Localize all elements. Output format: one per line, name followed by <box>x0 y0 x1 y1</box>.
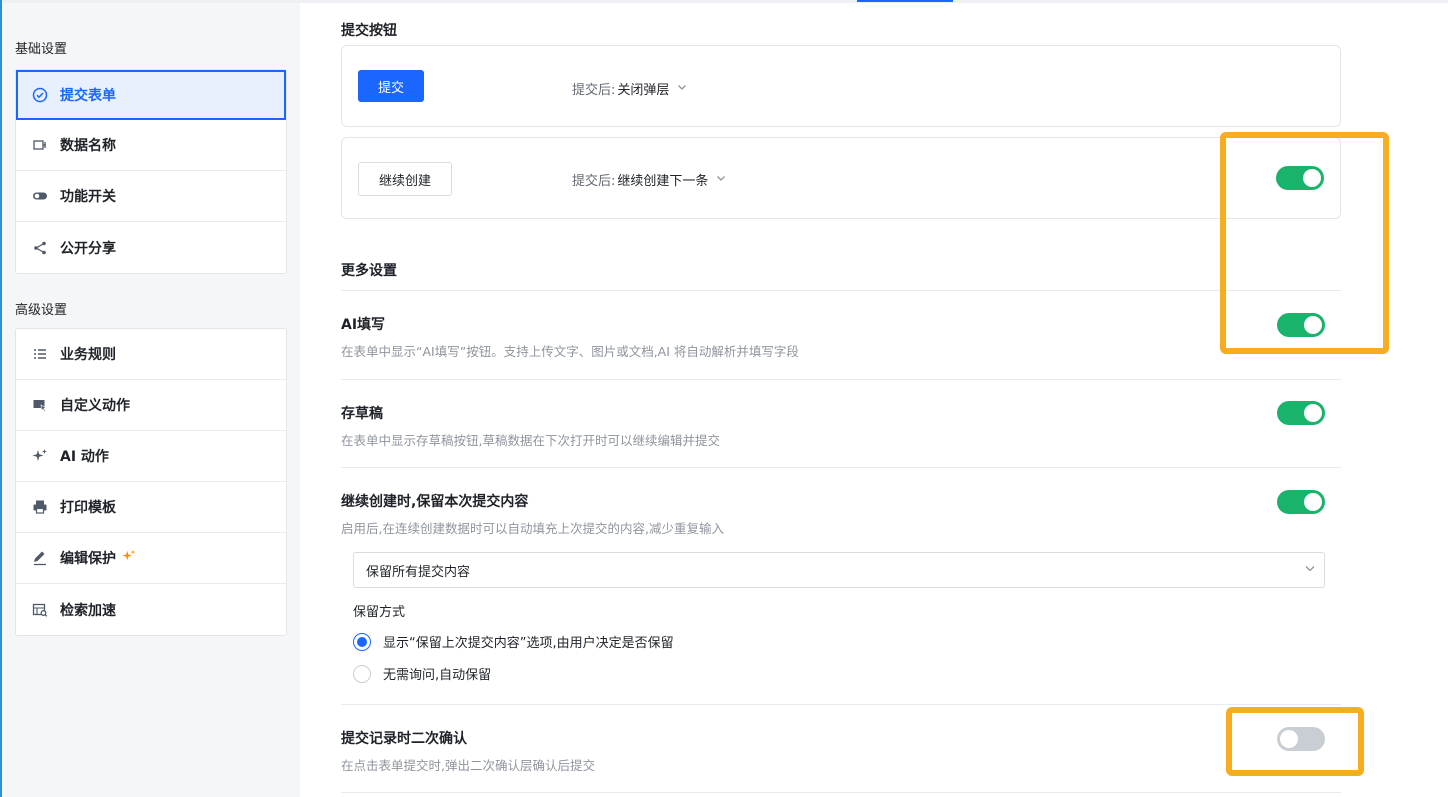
retain-content-toggle[interactable] <box>1277 490 1325 514</box>
sidebar-item-label: 业务规则 <box>60 347 116 363</box>
retain-scope-value: 保留所有提交内容 <box>366 564 471 580</box>
pen-icon <box>32 550 48 566</box>
sidebar-item-print-template[interactable]: 打印模板 <box>16 482 286 533</box>
retain-content-desc: 启用后,在连续创建数据时可以自动填充上次提交的内容,减少重复输入 <box>341 521 724 536</box>
advanced-settings-menu: 业务规则 自定义动作 AI 动作 打印模板 编辑保护 检索加速 <box>15 328 287 636</box>
submit-button[interactable]: 提交 <box>358 70 424 102</box>
active-tab-indicator <box>857 0 953 2</box>
retain-content-title: 继续创建时,保留本次提交内容 <box>341 494 529 510</box>
divider <box>341 704 1341 705</box>
divider <box>341 290 1341 291</box>
sidebar-item-feature-switch[interactable]: 功能开关 <box>16 171 286 222</box>
after-submit-dropdown[interactable]: 提交后: 关闭弹层 <box>572 79 687 98</box>
main-panel: 提交按钮 提交 提交后: 关闭弹层 继续创建 提交后: 继续创建下一条 更多设置… <box>300 3 1448 797</box>
sparkle-icon <box>32 448 48 464</box>
sidebar-item-data-name[interactable]: 数据名称 <box>16 120 286 171</box>
continue-button-card: 继续创建 提交后: 继续创建下一条 <box>341 137 1341 219</box>
chevron-down-icon <box>716 173 726 186</box>
continue-create-button[interactable]: 继续创建 <box>358 162 452 196</box>
ai-fill-title: AI填写 <box>341 317 386 333</box>
retain-option-label: 显示“保留上次提交内容”选项,由用户决定是否保留 <box>383 636 674 651</box>
after-continue-value: 继续创建下一条 <box>617 174 709 189</box>
after-continue-dropdown[interactable]: 提交后: 继续创建下一条 <box>572 170 726 189</box>
sidebar-item-label: 编辑保护 <box>60 551 116 567</box>
submit-button-card: 提交 提交后: 关闭弹层 <box>341 45 1341 127</box>
highlight-box <box>1226 707 1364 776</box>
after-submit-value: 关闭弹层 <box>617 83 670 98</box>
highlight-box <box>1220 132 1389 354</box>
sidebar-item-business-rules[interactable]: 业务规则 <box>16 329 286 380</box>
save-draft-toggle[interactable] <box>1277 401 1325 425</box>
save-draft-title: 存草稿 <box>341 406 383 422</box>
sidebar: 基础设置 提交表单 数据名称 功能开关 公开分享 高级设置 业务规则 自定义动作… <box>2 3 300 797</box>
divider <box>341 467 1341 468</box>
basic-settings-title: 基础设置 <box>15 42 68 57</box>
basic-settings-menu: 提交表单 数据名称 功能开关 公开分享 <box>15 69 287 274</box>
retain-mode-label: 保留方式 <box>353 605 406 620</box>
sidebar-item-label: 检索加速 <box>60 602 116 619</box>
divider <box>341 792 1341 793</box>
sidebar-item-custom-action[interactable]: 自定义动作 <box>16 380 286 431</box>
after-submit-prefix: 提交后: <box>572 83 616 98</box>
sidebar-item-ai-action[interactable]: AI 动作 <box>16 431 286 482</box>
list-icon <box>32 346 48 362</box>
sidebar-item-label: 自定义动作 <box>60 398 130 414</box>
sidebar-item-submit-form[interactable]: 提交表单 <box>16 70 286 120</box>
radio-unchecked[interactable] <box>353 664 371 683</box>
double-confirm-desc: 在点击表单提交时,弹出二次确认层确认后提交 <box>341 758 595 773</box>
sidebar-item-label: AI 动作 <box>60 449 109 465</box>
retain-option-auto[interactable]: 无需询问,自动保留 <box>353 664 491 683</box>
save-draft-desc: 在表单中显示存草稿按钮,草稿数据在下次打开时可以继续编辑并提交 <box>341 433 720 448</box>
search-speed-icon <box>32 602 48 618</box>
advanced-settings-title: 高级设置 <box>15 303 68 318</box>
sidebar-item-edit-protect[interactable]: 编辑保护 <box>16 533 286 584</box>
sidebar-item-label: 打印模板 <box>60 500 116 516</box>
chevron-down-icon <box>677 82 687 95</box>
custom-action-icon <box>32 397 48 413</box>
more-settings-title: 更多设置 <box>341 263 397 279</box>
sidebar-item-label: 公开分享 <box>60 240 116 257</box>
chevron-down-icon <box>1304 562 1316 577</box>
retain-option-ask[interactable]: 显示“保留上次提交内容”选项,由用户决定是否保留 <box>353 632 674 651</box>
sparkle-icon <box>122 549 136 567</box>
share-icon <box>32 240 48 256</box>
check-circle-icon <box>32 87 48 103</box>
retain-option-label: 无需询问,自动保留 <box>383 668 492 683</box>
printer-icon <box>32 499 48 515</box>
sidebar-item-label: 功能开关 <box>60 189 116 205</box>
divider <box>341 379 1341 380</box>
toggle-icon <box>32 188 48 204</box>
retain-scope-select[interactable]: 保留所有提交内容 <box>353 552 1325 588</box>
ai-fill-desc: 在表单中显示“AI填写”按钮。支持上传文字、图片或文档,AI 将自动解析并填写字… <box>341 344 799 359</box>
sidebar-item-label: 数据名称 <box>60 138 116 154</box>
sidebar-item-search-speedup[interactable]: 检索加速 <box>16 584 286 635</box>
after-continue-prefix: 提交后: <box>572 174 616 189</box>
sidebar-item-public-share[interactable]: 公开分享 <box>16 222 286 273</box>
double-confirm-title: 提交记录时二次确认 <box>341 731 467 747</box>
sidebar-item-label: 提交表单 <box>60 88 116 104</box>
data-label-icon <box>32 137 48 153</box>
radio-checked[interactable] <box>353 632 371 651</box>
submit-button-section-title: 提交按钮 <box>341 23 397 39</box>
